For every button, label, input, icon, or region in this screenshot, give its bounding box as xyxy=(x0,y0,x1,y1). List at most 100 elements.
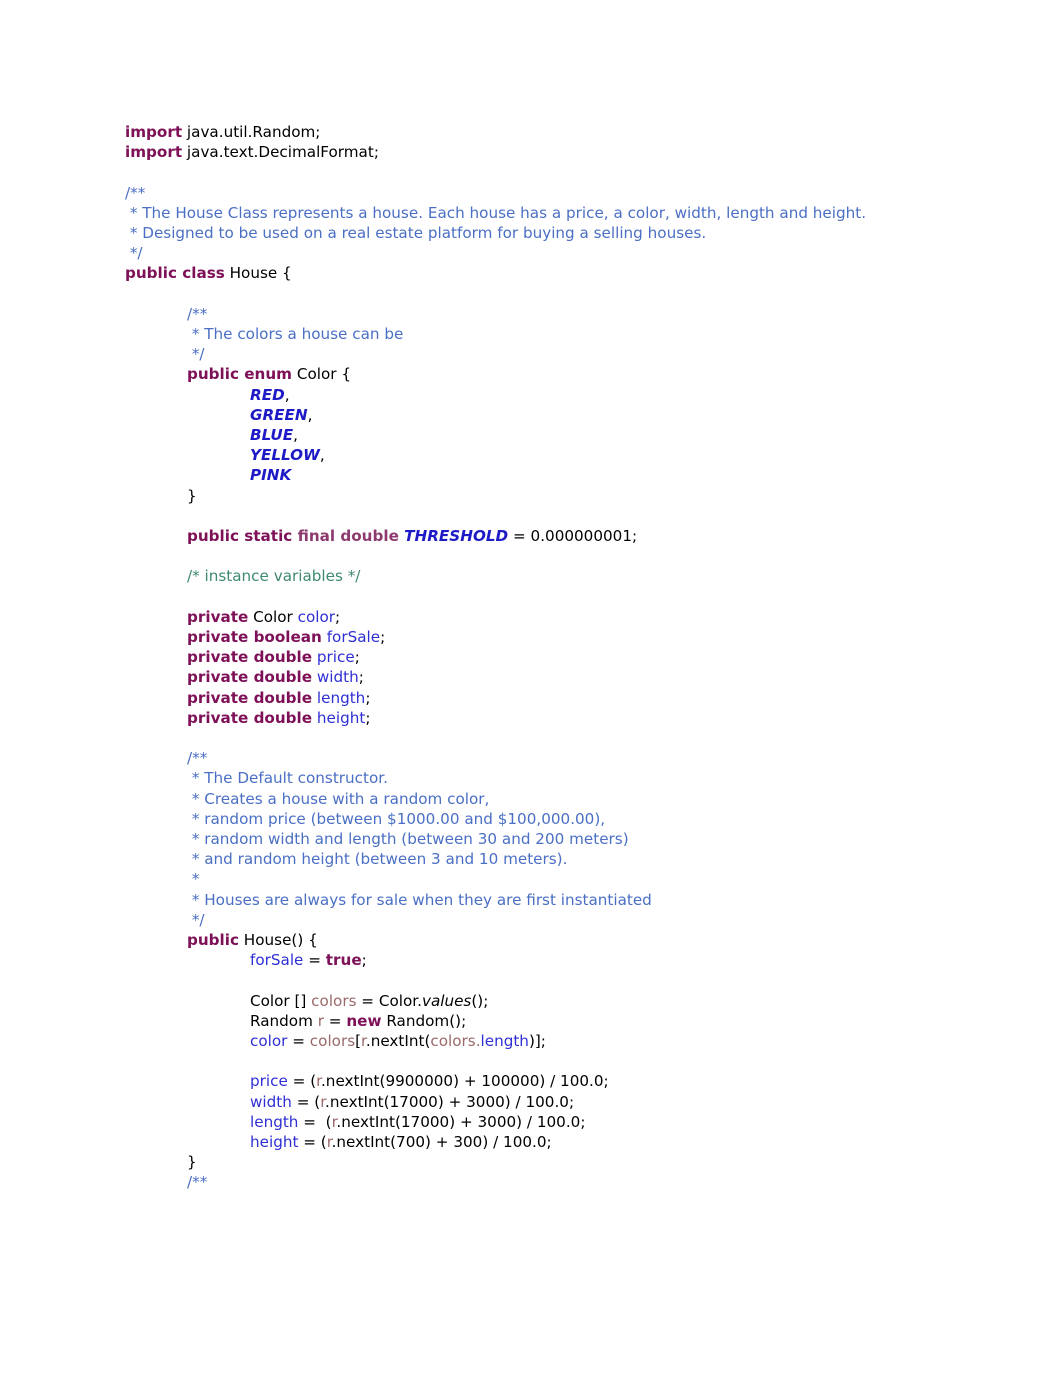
enum-constant-pink: PINK xyxy=(125,465,945,485)
comma: , xyxy=(307,405,313,424)
keyword-public: public xyxy=(187,931,239,950)
code-line-import-random: import java.util.Random; xyxy=(125,122,945,142)
operator-equals: = ( xyxy=(298,1133,327,1152)
width-expression: .nextInt(17000) + 3000) / 100.0; xyxy=(325,1092,575,1111)
field-reference-height: height xyxy=(250,1133,299,1152)
semicolon: ; xyxy=(365,688,371,707)
field-name: color xyxy=(297,607,335,626)
semicolon: ; xyxy=(361,951,367,970)
enum-constant-label: YELLOW xyxy=(250,446,320,465)
java-code-listing: import java.util.Random; import java.tex… xyxy=(125,122,945,1193)
statement-length-assignment: length = (r.nextInt(17000) + 3000) / 100… xyxy=(125,1112,945,1132)
document-page: import java.util.Random; import java.tex… xyxy=(0,0,1062,1377)
ctor-javadoc-line-1: * The Default constructor. xyxy=(187,769,388,788)
keyword-private: private xyxy=(187,607,249,626)
field-reference-forsale: forSale xyxy=(250,951,304,970)
class-name-house: House { xyxy=(224,264,292,283)
field-declaration-price: private double price; xyxy=(125,647,945,667)
statement-colors-declaration: Color [] colors = Color.values(); xyxy=(125,991,945,1011)
constructor-signature: House() { xyxy=(238,931,318,950)
semicolon: ; xyxy=(354,648,360,667)
field-reference-width: width xyxy=(250,1092,292,1111)
class-javadoc-open: /** xyxy=(125,183,146,202)
keyword-new: new xyxy=(346,1011,382,1030)
field-reference-color: color xyxy=(250,1032,288,1051)
field-name: height xyxy=(316,708,366,727)
keyword-import: import xyxy=(125,143,183,162)
statement-forsale-assignment: forSale = true; xyxy=(125,950,945,970)
statement-price-assignment: price = (r.nextInt(9900000) + 100000) / … xyxy=(125,1071,945,1091)
operator-equals: = xyxy=(303,951,326,970)
enum-javadoc-open: /** xyxy=(187,304,208,323)
code-line-class-declaration: public class House { xyxy=(125,263,945,283)
keyword-private-boolean: private boolean xyxy=(187,628,322,646)
enum-constant-blue: BLUE, xyxy=(125,425,945,445)
operator-equals: = ( xyxy=(287,1072,317,1091)
ctor-javadoc-line-6: * xyxy=(187,870,200,889)
code-line-enum-declaration: public enum Color { xyxy=(125,364,945,384)
field-reference-length: length xyxy=(480,1032,529,1051)
comma: , xyxy=(293,426,298,445)
ctor-javadoc-line-3: * random price (between $1000.00 and $10… xyxy=(187,809,606,828)
statement-height-assignment: height = (r.nextInt(700) + 300) / 100.0; xyxy=(125,1132,945,1152)
enum-javadoc-line-1: * The colors a house can be xyxy=(187,325,404,343)
enum-constant-yellow: YELLOW, xyxy=(125,445,945,465)
enum-constant-label: PINK xyxy=(250,466,292,485)
keyword-private-double: private double xyxy=(187,688,313,707)
enum-constant-label: GREEN xyxy=(250,405,308,424)
class-javadoc-line-2: * Designed to be used on a real estate p… xyxy=(125,224,707,242)
semicolon: ; xyxy=(365,708,371,727)
comma: , xyxy=(319,446,325,465)
field-name: forSale xyxy=(326,628,381,646)
field-declaration-forsale: private boolean forSale; xyxy=(125,627,945,647)
statement-width-assignment: width = (r.nextInt(17000) + 3000) / 100.… xyxy=(125,1092,945,1112)
keyword-private-double: private double xyxy=(187,668,313,687)
field-name: price xyxy=(316,648,355,667)
field-type: Color xyxy=(248,607,298,626)
local-var-colors: colors xyxy=(309,1032,356,1051)
comment-instance-variables: /* instance variables */ xyxy=(187,567,361,586)
enum-name-color: Color { xyxy=(292,365,351,384)
length-expression: .nextInt(17000) + 3000) / 100.0; xyxy=(336,1112,586,1131)
statement-color-assignment: color = colors[r.nextInt(colors.length)]… xyxy=(125,1031,945,1051)
field-reference-price: price xyxy=(250,1072,288,1091)
keyword-public-static: public static xyxy=(187,527,298,546)
keyword-true: true xyxy=(325,951,362,970)
keyword-private-double: private double xyxy=(187,708,313,727)
semicolon: ; xyxy=(335,607,341,626)
ctor-javadoc-close: */ xyxy=(187,910,205,929)
operator-equals: = ( xyxy=(291,1092,321,1111)
keyword-private-double: private double xyxy=(187,648,313,667)
keyword-import: import xyxy=(125,123,183,141)
enum-close-brace: } xyxy=(187,486,197,505)
operator-equals: = ( xyxy=(298,1112,332,1131)
ctor-javadoc-line-2: * Creates a house with a random color, xyxy=(187,789,490,808)
class-javadoc-line-1: * The House Class represents a house. Ea… xyxy=(125,203,867,222)
class-javadoc-close: */ xyxy=(125,244,143,263)
ctor-javadoc-line-7: * Houses are always for sale when they a… xyxy=(187,890,652,909)
constructor-close-brace: } xyxy=(187,1153,197,1172)
field-name: length xyxy=(316,688,366,707)
price-expression: .nextInt(9900000) + 100000) / 100.0; xyxy=(320,1072,609,1091)
enum-constant-green: GREEN, xyxy=(125,405,945,425)
field-name: width xyxy=(316,668,359,687)
code-line-constructor-declaration: public House() { xyxy=(125,930,945,950)
enum-constant-label: BLUE xyxy=(250,426,294,445)
type-random: Random xyxy=(250,1011,318,1030)
field-declaration-color: private Color color; xyxy=(125,607,945,627)
semicolon: ; xyxy=(380,628,386,646)
keyword-final-double: final double xyxy=(297,527,405,546)
semicolon: ; xyxy=(358,668,364,687)
operator-equals: = xyxy=(323,1011,347,1030)
comma: , xyxy=(284,385,290,404)
keyword-public-enum: public enum xyxy=(187,365,293,384)
operator-equals-color: = Color. xyxy=(356,991,422,1010)
field-declaration-height: private double height; xyxy=(125,708,945,728)
